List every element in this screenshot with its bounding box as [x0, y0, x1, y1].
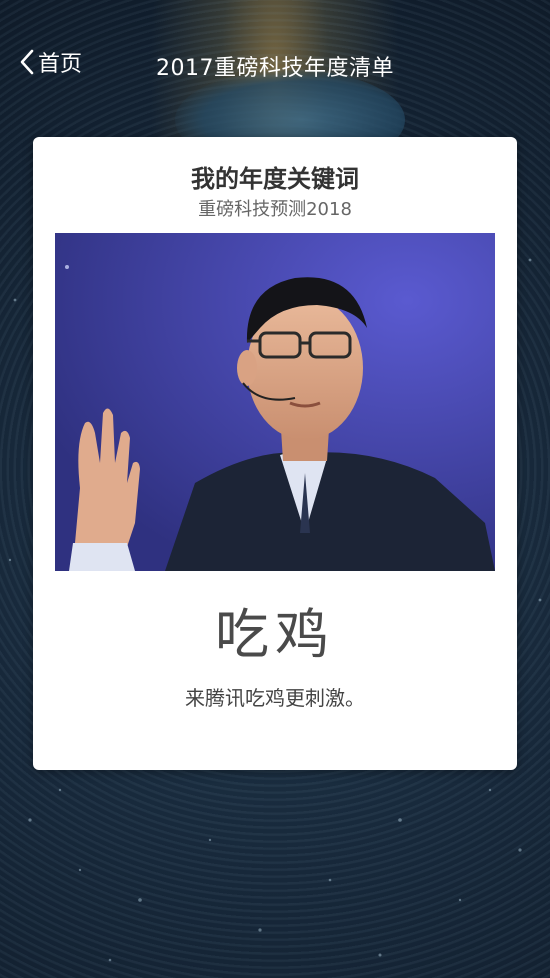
top-bar: 首页 2017重磅科技年度清单 — [0, 0, 550, 120]
screen: 首页 2017重磅科技年度清单 我的年度关键词 重磅科技预测2018 吃鸡 来腾… — [0, 0, 550, 978]
portrait-illustration — [55, 233, 495, 571]
keyword-text: 吃鸡 — [215, 603, 335, 666]
card-title: 我的年度关键词 — [191, 165, 359, 193]
keyword-description: 来腾讯吃鸡更刺激。 — [185, 686, 365, 710]
portrait-photo — [55, 233, 495, 571]
keyword-card: 我的年度关键词 重磅科技预测2018 吃鸡 来腾讯吃鸡更刺激。 — [33, 137, 517, 770]
card-subtitle: 重磅科技预测2018 — [198, 199, 352, 220]
page-title: 2017重磅科技年度清单 — [156, 56, 394, 81]
